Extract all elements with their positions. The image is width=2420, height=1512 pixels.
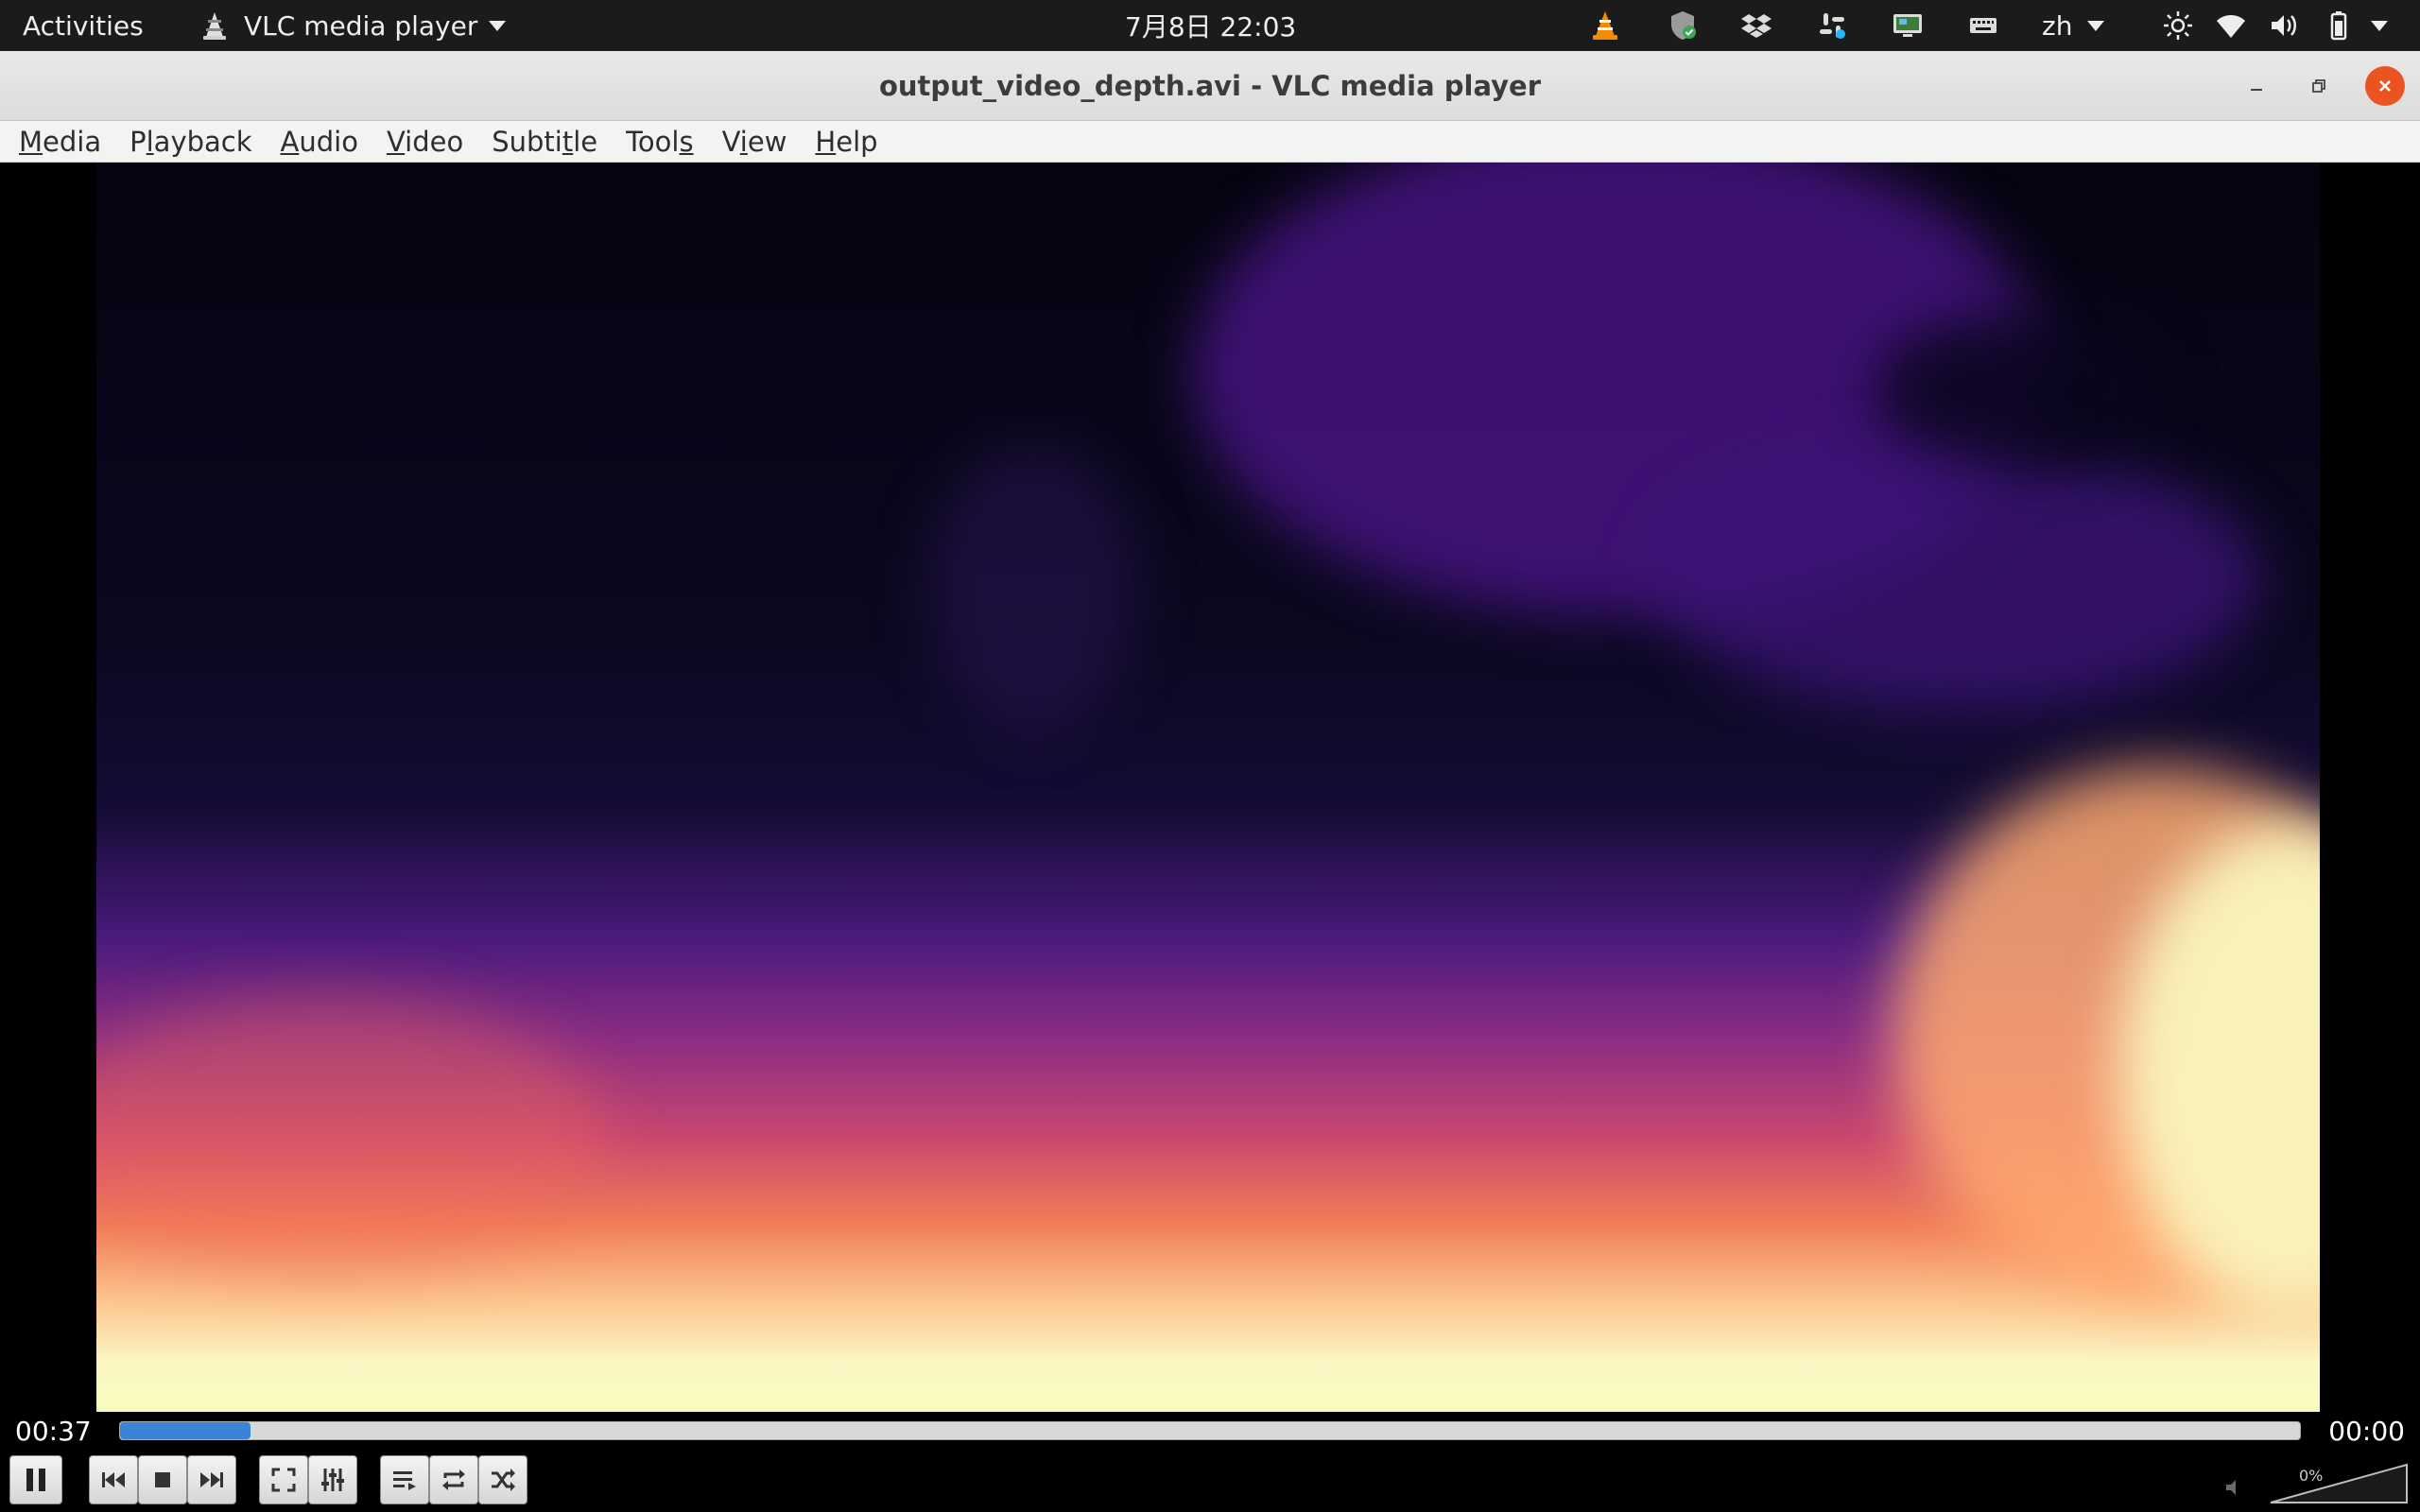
mnemonic-letter: s	[679, 125, 694, 158]
keyboard-icon[interactable]	[1966, 9, 2000, 43]
fullscreen-icon	[271, 1468, 296, 1492]
volume-percent: 0%	[2299, 1467, 2324, 1485]
skip-back-icon	[102, 1472, 125, 1487]
app-menu-button[interactable]: VLC media player	[199, 0, 507, 51]
volume-slider[interactable]	[2269, 1463, 2409, 1504]
clock[interactable]: 7月8日 22:03	[1125, 0, 1296, 51]
playlist-icon	[393, 1471, 416, 1490]
playback-controls	[0, 1446, 2420, 1512]
mnemonic-letter: H	[815, 125, 837, 158]
playlist-button[interactable]	[380, 1455, 429, 1504]
menu-audio[interactable]: Audio	[281, 126, 358, 158]
battery-icon[interactable]	[2322, 9, 2356, 43]
vlc-tray-icon[interactable]	[1588, 9, 1622, 43]
menu-view[interactable]: View	[722, 126, 787, 158]
close-button[interactable]	[2365, 66, 2405, 106]
fullscreen-button[interactable]	[259, 1455, 308, 1504]
equalizer-icon	[321, 1469, 344, 1491]
seek-progress	[120, 1422, 251, 1439]
mnemonic-letter: V	[386, 125, 406, 158]
volume-icon[interactable]	[2267, 9, 2301, 43]
elapsed-time[interactable]: 00:37	[15, 1413, 92, 1451]
restore-icon	[2312, 79, 2325, 93]
stop-icon	[155, 1472, 170, 1487]
repeat-icon	[442, 1469, 465, 1490]
menu-bar: Media Playback Audio Video Subtitle Tool…	[0, 121, 2420, 163]
brightness-icon[interactable]	[2161, 9, 2195, 43]
restore-button[interactable]	[2299, 66, 2339, 106]
video-blob	[1656, 446, 2261, 711]
input-language-indicator[interactable]: zh	[2042, 0, 2105, 51]
window-title-bar[interactable]: output_video_depth.avi - VLC media playe…	[0, 51, 2420, 121]
mnemonic-letter: M	[19, 125, 43, 158]
chevron-down-icon[interactable]	[2371, 21, 2388, 31]
skip-forward-icon	[200, 1472, 223, 1487]
menu-video[interactable]: Video	[387, 126, 463, 158]
chevron-down-icon	[489, 20, 507, 31]
minimize-button[interactable]	[2237, 66, 2276, 106]
dropbox-icon[interactable]	[1739, 9, 1773, 43]
vlc-cone-icon	[203, 12, 226, 40]
menu-subtitle[interactable]: Subtitle	[492, 126, 597, 158]
pause-icon	[26, 1469, 45, 1491]
shuffle-button[interactable]	[478, 1455, 527, 1504]
video-blob	[928, 446, 1136, 730]
close-icon	[2379, 80, 2391, 92]
menu-tools[interactable]: Tools	[626, 126, 693, 158]
total-time[interactable]: 00:00	[2328, 1413, 2405, 1451]
video-blob	[96, 994, 607, 1278]
window-title: output_video_depth.avi - VLC media playe…	[878, 70, 1542, 102]
menu-playback[interactable]: Playback	[130, 126, 251, 158]
stop-button[interactable]	[138, 1455, 187, 1504]
loop-button[interactable]	[429, 1455, 478, 1504]
clock-label: 7月8日 22:03	[1125, 11, 1297, 43]
mute-toggle-icon[interactable]	[2223, 1476, 2246, 1499]
activities-button[interactable]: Activities	[23, 0, 144, 51]
pause-button[interactable]	[9, 1455, 62, 1504]
chevron-down-icon	[2087, 20, 2105, 31]
slack-icon[interactable]	[1815, 9, 1849, 43]
shuffle-icon	[492, 1469, 515, 1491]
minimize-icon	[2251, 89, 2262, 91]
menu-media[interactable]: Media	[19, 126, 101, 158]
seek-slider[interactable]	[119, 1421, 2301, 1440]
lang-label: zh	[2042, 9, 2073, 42]
app-menu-label: VLC media player	[244, 9, 478, 42]
video-display[interactable]	[0, 163, 2420, 1412]
gnome-top-bar: Activities VLC media player 7月8日 22:03 z…	[0, 0, 2420, 51]
activities-label: Activities	[23, 9, 144, 42]
wifi-icon[interactable]	[2214, 9, 2248, 43]
video-frame-depth-map	[96, 163, 2320, 1412]
extended-settings-button[interactable]	[308, 1455, 357, 1504]
video-blob	[1874, 314, 2157, 465]
menu-help[interactable]: Help	[815, 126, 877, 158]
previous-button[interactable]	[89, 1455, 138, 1504]
mnemonic-letter: A	[280, 125, 300, 158]
next-button[interactable]	[187, 1455, 236, 1504]
screen-icon[interactable]	[1891, 9, 1925, 43]
mnemonic-letter: l	[146, 125, 154, 158]
shield-icon[interactable]	[1666, 9, 1700, 43]
mnemonic-letter: t	[562, 125, 574, 158]
mnemonic-letter: i	[739, 125, 748, 158]
